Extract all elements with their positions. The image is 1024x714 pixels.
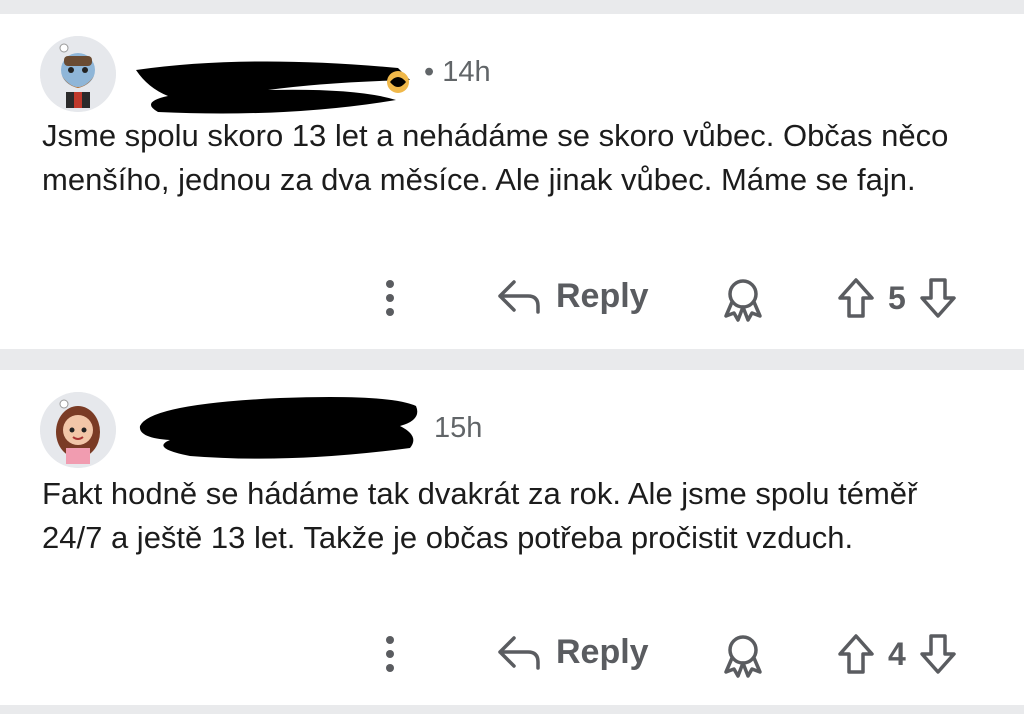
more-vertical-icon: [386, 280, 394, 316]
vote-count: 4: [888, 635, 906, 672]
award-button[interactable]: [718, 274, 768, 324]
avatar[interactable]: [40, 36, 116, 112]
comment-card: • 14h Jsme spolu skoro 13 let a nehádáme…: [0, 14, 1024, 349]
avatar[interactable]: [40, 392, 116, 468]
downvote-icon[interactable]: [918, 632, 958, 676]
award-icon: [724, 279, 762, 322]
reply-arrow-icon: [498, 280, 540, 314]
more-options-button[interactable]: [380, 276, 400, 320]
reply-arrow-icon: [498, 636, 540, 670]
award-button[interactable]: [718, 630, 768, 680]
comment-card: 15h Fakt hodně se hádáme tak dvakrát za …: [0, 370, 1024, 705]
redacted-username: [136, 61, 410, 114]
reply-label: Reply: [556, 632, 649, 671]
redacted-username: [139, 397, 418, 459]
reply-button[interactable]: Reply: [496, 632, 649, 672]
more-vertical-icon: [386, 636, 394, 672]
downvote-icon[interactable]: [918, 276, 958, 320]
upvote-icon[interactable]: [836, 632, 876, 676]
vote-controls: 5: [836, 276, 958, 320]
comment-body: Jsme spolu skoro 13 let a nehádáme se sk…: [42, 118, 949, 197]
more-options-button[interactable]: [380, 632, 400, 676]
vote-count: 5: [888, 279, 906, 316]
upvote-icon[interactable]: [836, 276, 876, 320]
comment-timestamp: • 14h: [424, 56, 491, 88]
comment-body: Fakt hodně se hádáme tak dvakrát za rok.…: [42, 476, 918, 555]
comment-timestamp: 15h: [434, 412, 483, 444]
reply-label: Reply: [556, 276, 649, 315]
reply-button[interactable]: Reply: [496, 276, 649, 316]
award-icon: [724, 635, 762, 678]
vote-controls: 4: [836, 632, 958, 676]
